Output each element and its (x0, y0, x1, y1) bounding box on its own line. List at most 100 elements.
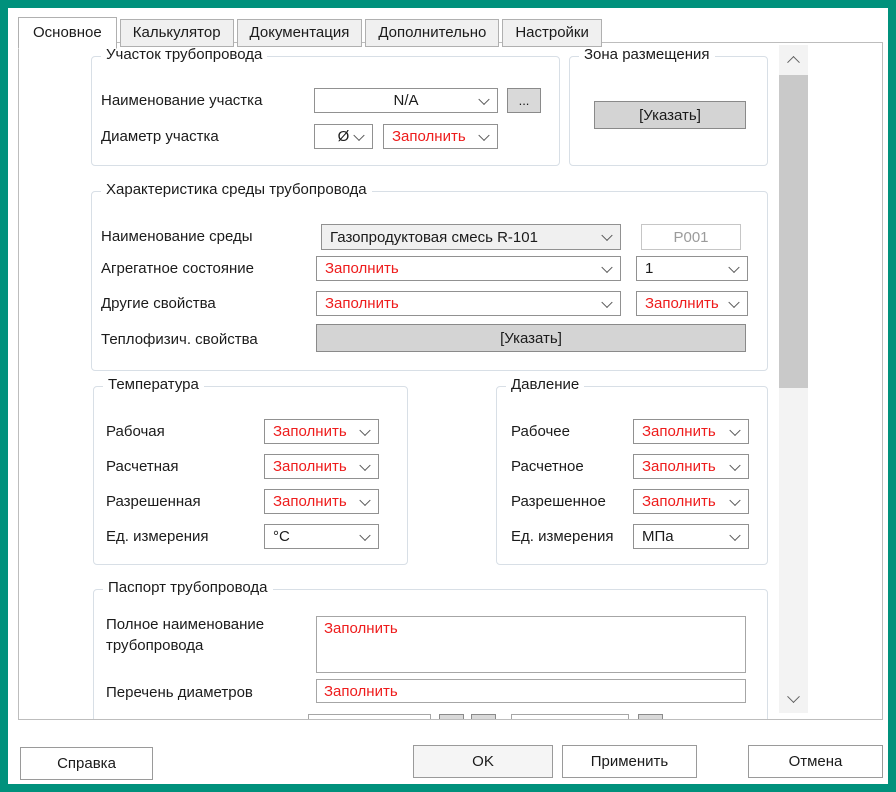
temp-unit-value: °C (273, 528, 290, 545)
temp-design-dropdown[interactable]: Заполнить (264, 454, 379, 479)
medium-state-dropdown[interactable]: Заполнить (316, 256, 621, 281)
diameter-label: Диаметр участка (101, 127, 219, 147)
medium-name-dropdown[interactable]: Газопродуктовая смесь R-101 (321, 224, 621, 250)
medium-other-label: Другие свойства (101, 294, 216, 314)
section-name-label: Наименование участка (101, 91, 262, 111)
passport-fullname-label: Полное наименование трубопровода (106, 614, 311, 656)
dialog-client-area: Основное Калькулятор Документация Дополн… (8, 8, 888, 784)
press-allowed-dropdown[interactable]: Заполнить (633, 489, 749, 514)
chevron-down-icon (728, 296, 739, 307)
press-design-dropdown[interactable]: Заполнить (633, 454, 749, 479)
press-unit-value: МПа (642, 528, 674, 545)
medium-other-value: Заполнить (325, 295, 399, 312)
chevron-down-icon (729, 424, 740, 435)
temp-unit-label: Ед. измерения (106, 527, 208, 547)
ok-button-label: OK (472, 753, 494, 770)
section-name-value: N/A (393, 92, 418, 109)
medium-thermo-label: Теплофизич. свойства (101, 330, 258, 350)
tab-bar: Основное Калькулятор Документация Дополн… (18, 15, 602, 47)
press-unit-label: Ед. измерения (511, 527, 613, 547)
medium-state-index-value: 1 (645, 260, 653, 277)
medium-state-value: Заполнить (325, 260, 399, 277)
cutoff-button[interactable] (638, 714, 663, 720)
diameter-value-dropdown[interactable]: Заполнить (383, 124, 498, 149)
chevron-down-icon (478, 93, 489, 104)
ok-button[interactable]: OK (413, 745, 553, 778)
tab-calculator[interactable]: Калькулятор (120, 19, 234, 47)
cutoff-dropdown[interactable] (511, 714, 629, 720)
scrollbar-down-button[interactable] (779, 685, 808, 713)
browse-button-label: ... (519, 93, 530, 108)
placement-zone-specify-label: [Указать] (639, 107, 701, 124)
dialog-window: Основное Калькулятор Документация Дополн… (0, 0, 896, 792)
passport-diameters-label: Перечень диаметров (106, 683, 253, 703)
medium-other2-value: Заполнить (645, 295, 719, 312)
diameter-value: Заполнить (392, 128, 466, 145)
scrollbar-thumb[interactable] (779, 75, 808, 388)
medium-other2-dropdown[interactable]: Заполнить (636, 291, 748, 316)
passport-fullname-value: Заполнить (324, 620, 398, 637)
vertical-scrollbar[interactable] (779, 45, 808, 713)
cancel-button[interactable]: Отмена (748, 745, 883, 778)
temp-working-label: Рабочая (106, 422, 165, 442)
chevron-down-icon (729, 459, 740, 470)
browse-button[interactable]: ... (507, 88, 541, 113)
passport-fullname-textbox[interactable]: Заполнить (316, 616, 746, 673)
medium-other-dropdown[interactable]: Заполнить (316, 291, 621, 316)
cutoff-button[interactable] (471, 714, 496, 720)
press-unit-dropdown[interactable]: МПа (633, 524, 749, 549)
apply-button[interactable]: Применить (562, 745, 697, 778)
cancel-button-label: Отмена (789, 753, 843, 770)
temp-allowed-value: Заполнить (273, 493, 347, 510)
temp-working-value: Заполнить (273, 423, 347, 440)
medium-thermo-button[interactable]: [Указать] (316, 324, 746, 352)
medium-state-index-dropdown[interactable]: 1 (636, 256, 748, 281)
placement-zone-specify-button[interactable]: [Указать] (594, 101, 746, 129)
scrollbar-up-button[interactable] (779, 45, 808, 73)
diameter-symbol-value: Ø (338, 128, 350, 145)
group-passport-title: Паспорт трубопровода (103, 579, 273, 596)
press-allowed-value: Заполнить (642, 493, 716, 510)
chevron-up-icon (787, 55, 800, 68)
chevron-down-icon (478, 129, 489, 140)
press-allowed-label: Разрешенное (511, 492, 606, 512)
chevron-down-icon (601, 261, 612, 272)
help-button[interactable]: Справка (20, 747, 153, 780)
press-working-dropdown[interactable]: Заполнить (633, 419, 749, 444)
tab-main[interactable]: Основное (18, 17, 117, 49)
passport-diameters-textbox[interactable]: Заполнить (316, 679, 746, 703)
press-working-label: Рабочее (511, 422, 570, 442)
chevron-down-icon (359, 529, 370, 540)
medium-name-label: Наименование среды (101, 227, 253, 247)
group-medium-title: Характеристика среды трубопровода (101, 181, 372, 198)
press-design-value: Заполнить (642, 458, 716, 475)
group-temperature-title: Температура (103, 376, 204, 393)
temp-working-dropdown[interactable]: Заполнить (264, 419, 379, 444)
tab-settings[interactable]: Настройки (502, 19, 602, 47)
temp-design-value: Заполнить (273, 458, 347, 475)
chevron-down-icon (787, 690, 800, 703)
help-button-label: Справка (57, 755, 116, 772)
group-pipeline-section-title: Участок трубопровода (101, 46, 267, 63)
temp-allowed-label: Разрешенная (106, 492, 201, 512)
tab-additional[interactable]: Дополнительно (365, 19, 499, 47)
temp-unit-dropdown[interactable]: °C (264, 524, 379, 549)
diameter-symbol-dropdown[interactable]: Ø (314, 124, 373, 149)
chevron-down-icon (729, 529, 740, 540)
group-pressure-title: Давление (506, 376, 584, 393)
tab-documentation[interactable]: Документация (237, 19, 363, 47)
chevron-down-icon (359, 424, 370, 435)
temp-allowed-dropdown[interactable]: Заполнить (264, 489, 379, 514)
cutoff-button[interactable] (439, 714, 464, 720)
chevron-down-icon (359, 459, 370, 470)
press-working-value: Заполнить (642, 423, 716, 440)
medium-name-value: Газопродуктовая смесь R-101 (330, 229, 538, 246)
medium-state-label: Агрегатное состояние (101, 259, 254, 279)
temp-design-label: Расчетная (106, 457, 178, 477)
medium-thermo-button-label: [Указать] (500, 330, 562, 347)
section-name-dropdown[interactable]: N/A (314, 88, 498, 113)
cutoff-dropdown[interactable] (308, 714, 431, 720)
chevron-down-icon (359, 494, 370, 505)
medium-code-field[interactable]: P001 (641, 224, 741, 250)
tab-page-main: Участок трубопровода Наименование участк… (18, 42, 883, 720)
